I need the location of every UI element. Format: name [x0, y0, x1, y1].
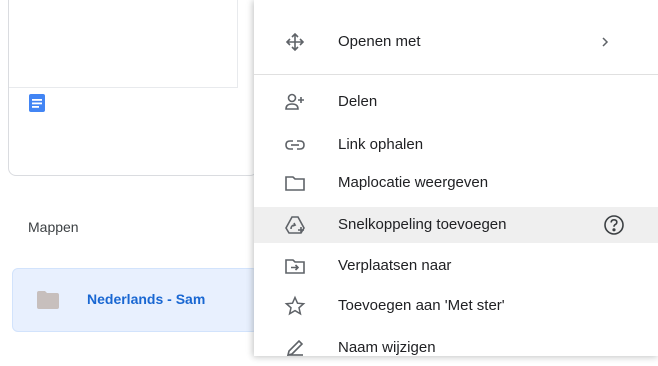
menu-label: Toevoegen aan 'Met ster': [338, 297, 505, 314]
menu-label: Link ophalen: [338, 136, 424, 153]
folder-icon: [37, 291, 59, 309]
menu-item-add-star[interactable]: Toevoegen aan 'Met ster': [254, 288, 658, 324]
menu-label: Snelkoppeling toevoegen: [338, 216, 507, 233]
menu-label: Maplocatie weergeven: [338, 174, 489, 191]
menu-label: Openen met: [338, 33, 421, 50]
move-to-icon: [284, 255, 306, 277]
google-docs-icon: [29, 94, 45, 112]
menu-item-rename[interactable]: Naam wijzigen: [254, 330, 658, 366]
menu-label: Naam wijzigen: [338, 339, 436, 356]
menu-item-show-folder-location[interactable]: Maplocatie weergeven: [254, 165, 658, 201]
file-thumbnail[interactable]: [9, 0, 238, 88]
folder-name: Nederlands - Sam: [87, 291, 206, 307]
link-icon: [284, 134, 306, 156]
menu-item-get-link[interactable]: Link ophalen: [254, 127, 658, 163]
help-icon[interactable]: [602, 213, 626, 237]
menu-item-add-shortcut[interactable]: Snelkoppeling toevoegen: [254, 207, 658, 243]
menu-label: Verplaatsen naar: [338, 257, 452, 274]
context-menu: Openen met Delen Link ophalen Maplocatie…: [254, 0, 658, 357]
section-label-folders: Mappen: [28, 219, 79, 235]
folder-outline-icon: [284, 172, 306, 194]
person-add-icon: [284, 91, 306, 113]
folder-item-selected[interactable]: Nederlands - Sam: [12, 268, 258, 332]
menu-item-share[interactable]: Delen: [254, 84, 658, 120]
menu-item-open-with[interactable]: Openen met: [254, 24, 658, 60]
move-arrows-icon: [284, 31, 306, 53]
file-card[interactable]: [8, 0, 258, 176]
menu-divider: [254, 74, 658, 75]
chevron-right-icon: [594, 31, 616, 53]
star-icon: [284, 295, 306, 317]
menu-label: Delen: [338, 93, 378, 110]
add-shortcut-icon: [284, 214, 306, 236]
menu-item-move-to[interactable]: Verplaatsen naar: [254, 248, 658, 284]
